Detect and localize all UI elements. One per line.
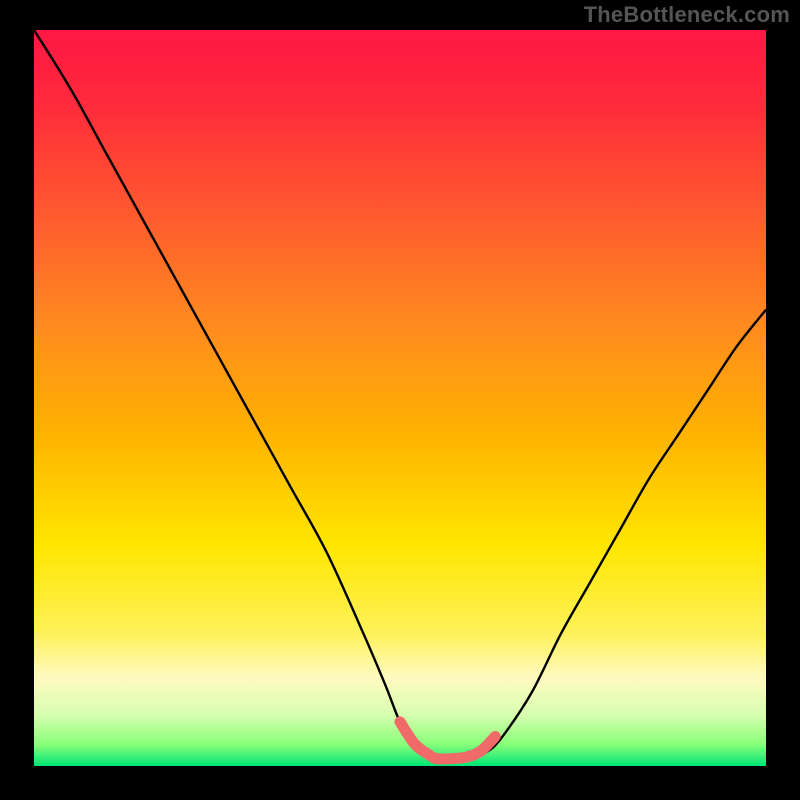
- watermark-text: TheBottleneck.com: [584, 2, 790, 28]
- chart-svg: [34, 30, 766, 766]
- plot-area: [34, 30, 766, 766]
- gradient-background: [34, 30, 766, 766]
- chart-frame: TheBottleneck.com: [0, 0, 800, 800]
